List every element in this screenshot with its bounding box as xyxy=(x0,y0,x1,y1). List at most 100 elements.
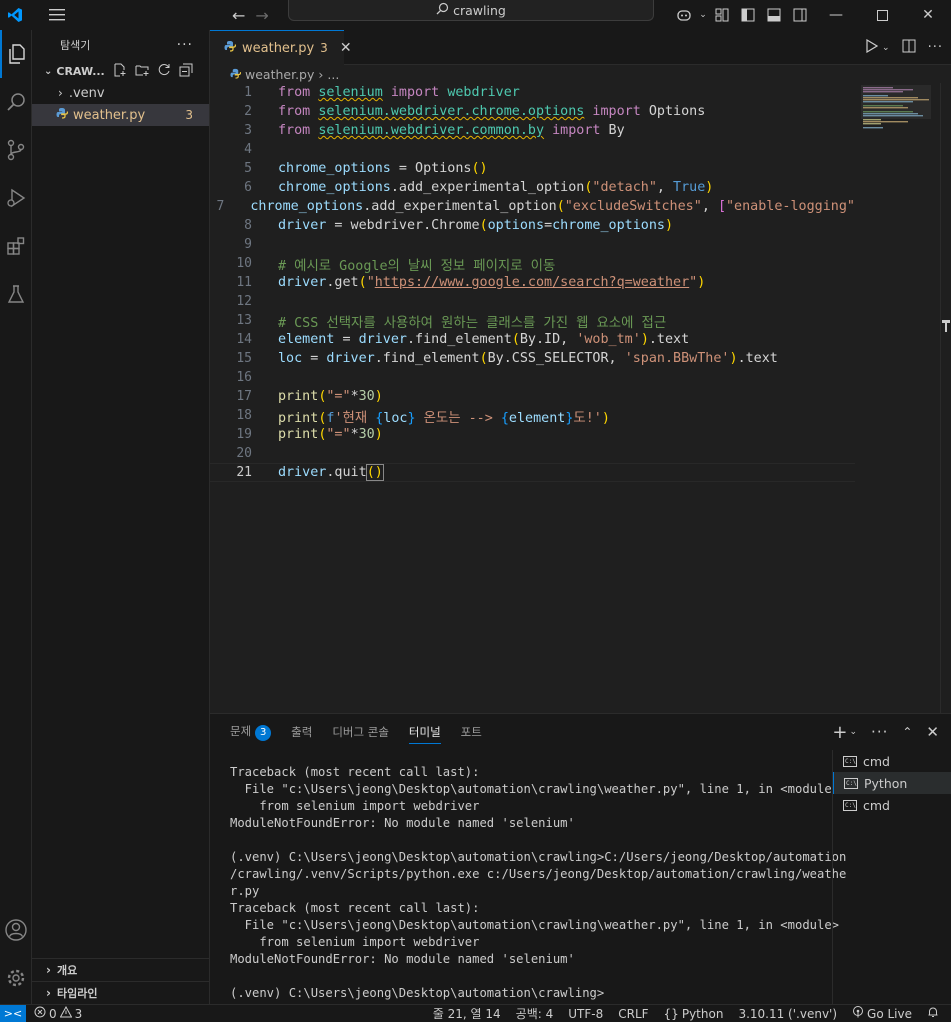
tab-ports[interactable]: 포트 xyxy=(461,724,482,740)
toggle-secondary-sidebar-icon[interactable] xyxy=(787,0,813,30)
status-bar: >< 0 3 줄 21, 열 14 공백: 4 UTF-8 CRLF {} Pyt… xyxy=(0,1004,951,1022)
terminal-line: (.venv) C:\Users\jeong\Desktop\automatio… xyxy=(230,986,605,1000)
new-file-icon[interactable] xyxy=(113,63,127,80)
code-line: 15 loc = driver.find_element(By.CSS_SELEC… xyxy=(210,349,855,368)
tab-problem-count: 3 xyxy=(320,41,328,55)
customize-layout-icon[interactable] xyxy=(709,0,735,30)
python-file-icon xyxy=(224,40,237,56)
more-actions-icon[interactable]: ··· xyxy=(177,37,193,53)
line-7-code: chrome_options.add_experimental_option("… xyxy=(250,199,855,214)
run-icon[interactable] xyxy=(866,38,879,57)
command-center-search[interactable]: crawling xyxy=(288,0,654,21)
error-icon xyxy=(34,1006,46,1021)
forward-arrow-icon[interactable]: → xyxy=(255,6,268,25)
folder-name: CRAW... xyxy=(56,64,105,78)
close-button[interactable]: ✕ xyxy=(905,0,951,30)
vscode-logo-icon xyxy=(4,4,26,26)
tab-debug-console[interactable]: 디버그 콘솔 xyxy=(332,724,389,740)
line-18-code: print(f'현재 {loc} 온도는 --> {element}도!') xyxy=(278,410,610,426)
collapse-all-icon[interactable] xyxy=(179,63,193,80)
chevron-down-icon[interactable]: ⌄ xyxy=(882,43,890,53)
terminal-item-python[interactable]: C:\ Python xyxy=(833,772,951,794)
code-line: 5 chrome_options = Options() xyxy=(210,159,855,178)
code-line: 1 from selenium import webdriver xyxy=(210,83,855,102)
terminal-item-cmd[interactable]: C:\ cmd xyxy=(833,750,951,772)
testing-icon[interactable] xyxy=(0,270,32,318)
breadcrumb-rest[interactable]: ... xyxy=(327,67,339,82)
split-editor-icon[interactable] xyxy=(902,39,916,57)
more-actions-icon[interactable]: ··· xyxy=(871,723,888,741)
title-bar: ← → crawling ⌄ — ✕ xyxy=(0,0,951,30)
go-live[interactable]: Go Live xyxy=(852,1006,912,1021)
code-line: 10 # 예시로 Google의 날씨 정보 페이지로 이동 xyxy=(210,254,855,274)
refresh-icon[interactable] xyxy=(157,63,171,80)
code-editor[interactable]: 1 from selenium import webdriver 2 from se… xyxy=(210,83,855,713)
close-tab-icon[interactable]: ✕ xyxy=(340,40,352,56)
code-line: 8 driver = webdriver.Chrome(options=chrom… xyxy=(210,216,855,235)
tab-problems[interactable]: 문제 3 xyxy=(230,723,272,741)
more-actions-icon[interactable]: ··· xyxy=(928,40,943,55)
indentation[interactable]: 공백: 4 xyxy=(516,1005,554,1022)
line-number: 8 xyxy=(244,218,252,233)
code-line: 11 driver.get("https://www.google.com/sea… xyxy=(210,273,855,292)
code-line: 2 from selenium.webdriver.chrome.options … xyxy=(210,102,855,121)
encoding[interactable]: UTF-8 xyxy=(568,1007,603,1021)
terminal-line: r.py xyxy=(230,884,260,898)
close-panel-icon[interactable]: ✕ xyxy=(926,723,939,741)
bottom-panel: 문제 3 출력 디버그 콘솔 터미널 포트 + ⌄ ··· ⌃ ✕ Traceba… xyxy=(210,713,951,1005)
chevron-down-icon[interactable]: ⌄ xyxy=(697,0,709,30)
menu-icon[interactable] xyxy=(42,0,72,30)
terminal-line: Traceback (most recent call last): xyxy=(230,901,480,915)
minimize-button[interactable]: — xyxy=(813,0,859,30)
terminal-icon: C:\ xyxy=(843,799,857,811)
line-10-code: # 예시로 Google의 날씨 정보 페이지로 이동 xyxy=(278,258,556,274)
line-21-code: driver.quit() xyxy=(278,464,384,481)
breadcrumb-file[interactable]: weather.py xyxy=(245,67,314,82)
problems-status[interactable]: 0 3 xyxy=(34,1005,82,1021)
chevron-down-icon[interactable]: ⌄ xyxy=(850,727,858,737)
tree-item-venv[interactable]: › .venv xyxy=(32,82,209,104)
code-line: 19 print("="*30) xyxy=(210,425,855,444)
line-ending[interactable]: CRLF xyxy=(618,1007,648,1021)
line-number: 4 xyxy=(244,142,252,157)
new-folder-icon[interactable] xyxy=(135,63,149,80)
editor-scrollbar[interactable] xyxy=(940,83,951,713)
back-arrow-icon[interactable]: ← xyxy=(232,6,245,25)
timeline-section[interactable]: › 타임라인 xyxy=(32,981,210,1003)
outline-label: 개요 xyxy=(56,963,78,977)
terminal-output[interactable]: Traceback (most recent call last): File … xyxy=(230,764,846,1002)
line-number: 19 xyxy=(236,427,252,442)
search-activity-icon[interactable] xyxy=(0,78,32,126)
tree-item-weather-py[interactable]: weather.py 3 xyxy=(32,104,209,126)
maximize-panel-icon[interactable]: ⌃ xyxy=(902,725,912,739)
notifications-bell-icon[interactable] xyxy=(927,1006,939,1021)
line-5-code: chrome_options = Options() xyxy=(278,161,488,176)
cursor-position[interactable]: 줄 21, 열 14 xyxy=(433,1005,501,1022)
run-debug-icon[interactable] xyxy=(0,174,32,222)
explorer-icon[interactable] xyxy=(0,30,32,78)
tab-output[interactable]: 출력 xyxy=(291,724,312,740)
line-number: 3 xyxy=(244,123,252,138)
tab-terminal[interactable]: 터미널 xyxy=(408,724,441,744)
minimap[interactable] xyxy=(855,83,940,713)
line-15-code: loc = driver.find_element(By.CSS_SELECTO… xyxy=(278,351,778,366)
outline-section[interactable]: › 개요 xyxy=(32,958,210,980)
new-terminal-icon[interactable]: + xyxy=(832,722,847,743)
extensions-icon[interactable] xyxy=(0,222,32,270)
remote-icon[interactable]: >< xyxy=(0,1004,26,1022)
toggle-sidebar-icon[interactable] xyxy=(735,0,761,30)
toggle-panel-icon[interactable] xyxy=(761,0,787,30)
settings-gear-icon[interactable] xyxy=(0,954,32,1002)
python-interpreter[interactable]: 3.10.11 ('.venv') xyxy=(738,1007,837,1021)
language-mode[interactable]: {} Python xyxy=(664,1007,724,1021)
code-line: 17 print("="*30) xyxy=(210,387,855,406)
copilot-icon[interactable] xyxy=(671,0,697,30)
folder-header[interactable]: ⌄ CRAW... xyxy=(32,60,209,82)
maximize-button[interactable] xyxy=(859,0,905,30)
source-control-icon[interactable] xyxy=(0,126,32,174)
terminal-item-cmd[interactable]: C:\ cmd xyxy=(833,794,951,816)
breadcrumb: weather.py › ... xyxy=(210,65,951,83)
tab-weather-py[interactable]: weather.py 3 ✕ xyxy=(210,30,352,65)
account-icon[interactable] xyxy=(0,906,32,954)
